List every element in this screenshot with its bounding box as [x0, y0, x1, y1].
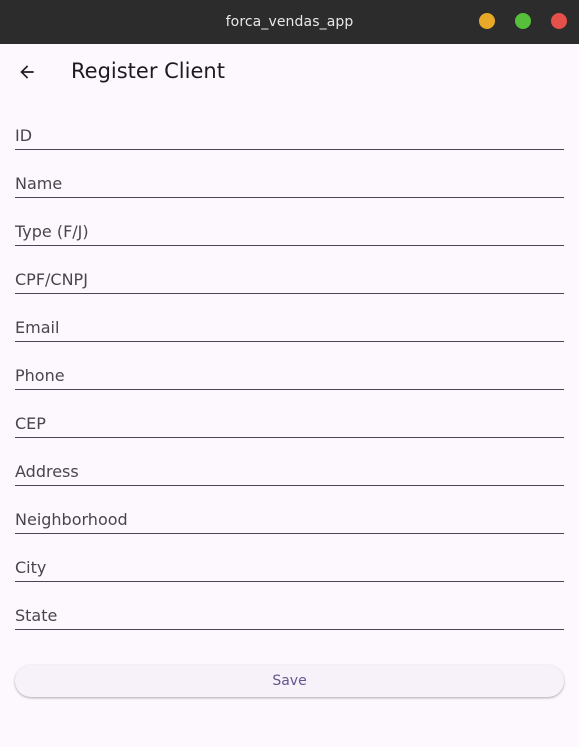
- type-field-container: [15, 198, 564, 246]
- name-field-container: [15, 150, 564, 198]
- address-field[interactable]: [15, 438, 564, 485]
- phone-field-container: [15, 342, 564, 390]
- city-field[interactable]: [15, 534, 564, 581]
- window-minimize-button[interactable]: [479, 13, 495, 29]
- type-field[interactable]: [15, 198, 564, 245]
- phone-field[interactable]: [15, 342, 564, 389]
- neighborhood-field[interactable]: [15, 486, 564, 533]
- app-body: Register Client ID Name Type (F/J) CPF/C…: [0, 44, 579, 747]
- back-button[interactable]: [12, 57, 42, 87]
- window-title: forca_vendas_app: [225, 14, 354, 30]
- cpf-cnpj-field-container: [15, 246, 564, 294]
- state-field-container: [15, 582, 564, 630]
- window-titlebar: forca_vendas_app: [0, 0, 579, 44]
- state-field[interactable]: [15, 582, 564, 629]
- save-button[interactable]: Save: [15, 665, 564, 697]
- save-button-label: Save: [272, 673, 307, 689]
- client-form: [15, 102, 564, 630]
- email-field-container: [15, 294, 564, 342]
- email-field[interactable]: [15, 294, 564, 341]
- cpf-cnpj-field[interactable]: [15, 246, 564, 293]
- cep-field[interactable]: [15, 390, 564, 437]
- page-title: Register Client: [71, 59, 225, 83]
- city-field-container: [15, 534, 564, 582]
- name-field[interactable]: [15, 150, 564, 197]
- id-field[interactable]: [15, 102, 564, 149]
- window-maximize-button[interactable]: [515, 13, 531, 29]
- id-field-container: [15, 102, 564, 150]
- address-field-container: [15, 438, 564, 486]
- neighborhood-field-container: [15, 486, 564, 534]
- arrow-back-icon: [20, 65, 34, 79]
- window-close-button[interactable]: [551, 13, 567, 29]
- app-bar: Register Client: [0, 44, 579, 102]
- cep-field-container: [15, 390, 564, 438]
